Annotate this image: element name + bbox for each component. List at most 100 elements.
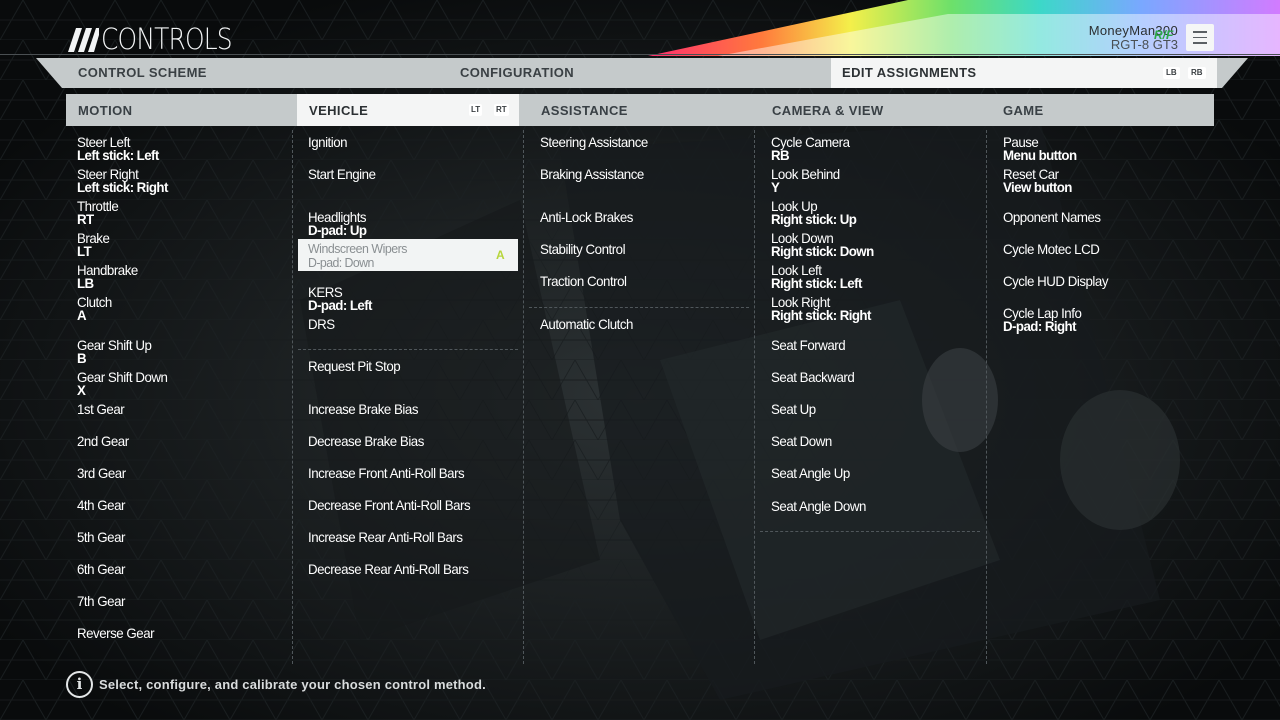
assignment-binding: LB: [77, 275, 94, 291]
group-divider: [760, 531, 980, 532]
assignment-row[interactable]: Headlights D-pad: Up: [308, 210, 528, 237]
assignment-label: Anti-Lock Brakes: [540, 209, 633, 225]
assignment-label: Request Pit Stop: [308, 358, 401, 374]
assignment-row[interactable]: KERS D-pad: Left: [308, 285, 528, 312]
tab-control-scheme[interactable]: CONTROL SCHEME: [78, 58, 207, 88]
assignment-row[interactable]: Look Up Right stick: Up: [771, 199, 991, 226]
assignment-binding: D-pad: Right: [1003, 318, 1077, 334]
assignment-row[interactable]: Braking Assistance: [540, 167, 760, 181]
category-motion[interactable]: MOTION: [66, 94, 297, 126]
assignment-row[interactable]: Cycle Motec LCD: [1003, 242, 1223, 256]
assignment-row[interactable]: Seat Forward: [771, 338, 991, 352]
assignment-row[interactable]: DRS: [308, 317, 528, 331]
assignment-label: Ignition: [308, 134, 348, 150]
assignment-row[interactable]: Brake LT: [77, 231, 297, 258]
tab-edit-assignments[interactable]: EDIT ASSIGNMENTS: [831, 58, 1217, 88]
assignment-label: Decrease Brake Bias: [308, 433, 424, 449]
assignment-label: 7th Gear: [77, 593, 125, 609]
assignment-binding: Right stick: Up: [771, 211, 857, 227]
assignment-row[interactable]: Seat Backward: [771, 370, 991, 384]
assignment-row[interactable]: Seat Up: [771, 402, 991, 416]
category-assistance[interactable]: ASSISTANCE: [529, 94, 760, 126]
menu-line-icon: [1193, 36, 1207, 39]
assignment-row[interactable]: 2nd Gear: [77, 434, 297, 448]
assignment-row[interactable]: Cycle HUD Display: [1003, 274, 1223, 288]
assignment-row[interactable]: 1st Gear: [77, 402, 297, 416]
assignment-row[interactable]: Decrease Rear Anti-Roll Bars: [308, 562, 528, 576]
assignment-row[interactable]: Decrease Brake Bias: [308, 434, 528, 448]
assignment-row[interactable]: Look Down Right stick: Down: [771, 231, 991, 258]
controls-logo: CONTROLS: [66, 22, 253, 56]
assignment-row[interactable]: 5th Gear: [77, 530, 297, 544]
assignment-label: Decrease Rear Anti-Roll Bars: [308, 561, 469, 577]
category-camera-view[interactable]: CAMERA & VIEW: [760, 94, 991, 126]
assignment-row[interactable]: Look Left Right stick: Left: [771, 263, 991, 290]
assignment-row[interactable]: 3rd Gear: [77, 466, 297, 480]
assignment-row[interactable]: Increase Rear Anti-Roll Bars: [308, 530, 528, 544]
assignment-label: DRS: [308, 316, 335, 332]
assignment-row[interactable]: Cycle Camera RB: [771, 135, 991, 162]
assignment-label: 2nd Gear: [77, 433, 129, 449]
assignment-row[interactable]: Look Right Right stick: Right: [771, 295, 991, 322]
assignment-row[interactable]: Opponent Names: [1003, 210, 1223, 224]
assignment-row[interactable]: Request Pit Stop: [308, 359, 528, 373]
assignment-row[interactable]: Steer Left Left stick: Left: [77, 135, 297, 162]
assignment-row[interactable]: 6th Gear: [77, 562, 297, 576]
assignment-row[interactable]: Clutch A: [77, 295, 297, 322]
assignment-label: Handbrake: [77, 262, 138, 278]
assignment-label: Increase Rear Anti-Roll Bars: [308, 529, 463, 545]
assignment-label: Cycle HUD Display: [1003, 273, 1109, 289]
assignment-label: Braking Assistance: [540, 166, 644, 182]
tab-bar: CONTROL SCHEME CONFIGURATION EDIT ASSIGN…: [36, 58, 1248, 88]
selected-assignment-row[interactable]: Windscreen Wipers D-pad: Down A: [298, 239, 518, 271]
assignment-row[interactable]: Steer Right Left stick: Right: [77, 167, 297, 194]
assignment-label: Throttle: [77, 198, 119, 214]
assignment-row[interactable]: Stability Control: [540, 242, 760, 256]
tab-configuration[interactable]: CONFIGURATION: [460, 58, 574, 88]
assignment-binding: Y: [771, 179, 780, 195]
assignment-binding: Left stick: Right: [77, 179, 168, 195]
assignment-row[interactable]: 4th Gear: [77, 498, 297, 512]
assignment-label: Opponent Names: [1003, 209, 1101, 225]
assignment-label: 5th Gear: [77, 529, 125, 545]
category-vehicle[interactable]: VEHICLE: [297, 94, 519, 126]
assignment-row[interactable]: Start Engine: [308, 167, 528, 181]
menu-line-icon: [1193, 42, 1207, 44]
assignment-row[interactable]: Increase Brake Bias: [308, 402, 528, 416]
assignment-row[interactable]: Gear Shift Down X: [77, 370, 297, 397]
assignment-row[interactable]: Anti-Lock Brakes: [540, 210, 760, 224]
hamburger-menu-button[interactable]: [1186, 24, 1214, 51]
assignment-row[interactable]: Gear Shift Up B: [77, 338, 297, 365]
assignment-row[interactable]: Seat Angle Down: [771, 499, 991, 513]
assignment-row[interactable]: Reverse Gear: [77, 626, 297, 640]
assignment-row[interactable]: Increase Front Anti-Roll Bars: [308, 466, 528, 480]
assignment-row[interactable]: Cycle Lap Info D-pad: Right: [1003, 306, 1223, 333]
assignment-label: Increase Front Anti-Roll Bars: [308, 465, 465, 481]
assignment-binding: D-pad: Down: [308, 255, 374, 270]
category-game[interactable]: GAME: [991, 94, 1214, 126]
assignment-label: 3rd Gear: [77, 465, 126, 481]
assignment-binding: View button: [1003, 179, 1072, 195]
assignment-row[interactable]: Steering Assistance: [540, 135, 760, 149]
assignment-row[interactable]: Pause Menu button: [1003, 135, 1223, 162]
assignment-row[interactable]: Automatic Clutch: [540, 317, 760, 331]
rb-button-icon: RB: [1188, 67, 1206, 79]
assignment-label: Steering Assistance: [540, 134, 648, 150]
assignment-row[interactable]: Handbrake LB: [77, 263, 297, 290]
assignment-binding: RT: [77, 211, 94, 227]
assignment-row[interactable]: Look Behind Y: [771, 167, 991, 194]
assignment-row[interactable]: Ignition: [308, 135, 528, 149]
assignment-row[interactable]: Decrease Front Anti-Roll Bars: [308, 498, 528, 512]
assignment-row[interactable]: 7th Gear: [77, 594, 297, 608]
assignment-binding: Right stick: Left: [771, 275, 862, 291]
rt-button-icon: RT: [494, 104, 509, 116]
assignment-binding: LT: [77, 243, 92, 259]
assignment-row[interactable]: Reset Car View button: [1003, 167, 1223, 194]
assignment-row[interactable]: Throttle RT: [77, 199, 297, 226]
assignment-label: 4th Gear: [77, 497, 125, 513]
assignment-row[interactable]: Seat Down: [771, 434, 991, 448]
assignment-row[interactable]: Traction Control: [540, 274, 760, 288]
assignment-label: Cycle Camera: [771, 134, 850, 150]
assignment-label: Seat Angle Up: [771, 465, 850, 481]
assignment-row[interactable]: Seat Angle Up: [771, 466, 991, 480]
